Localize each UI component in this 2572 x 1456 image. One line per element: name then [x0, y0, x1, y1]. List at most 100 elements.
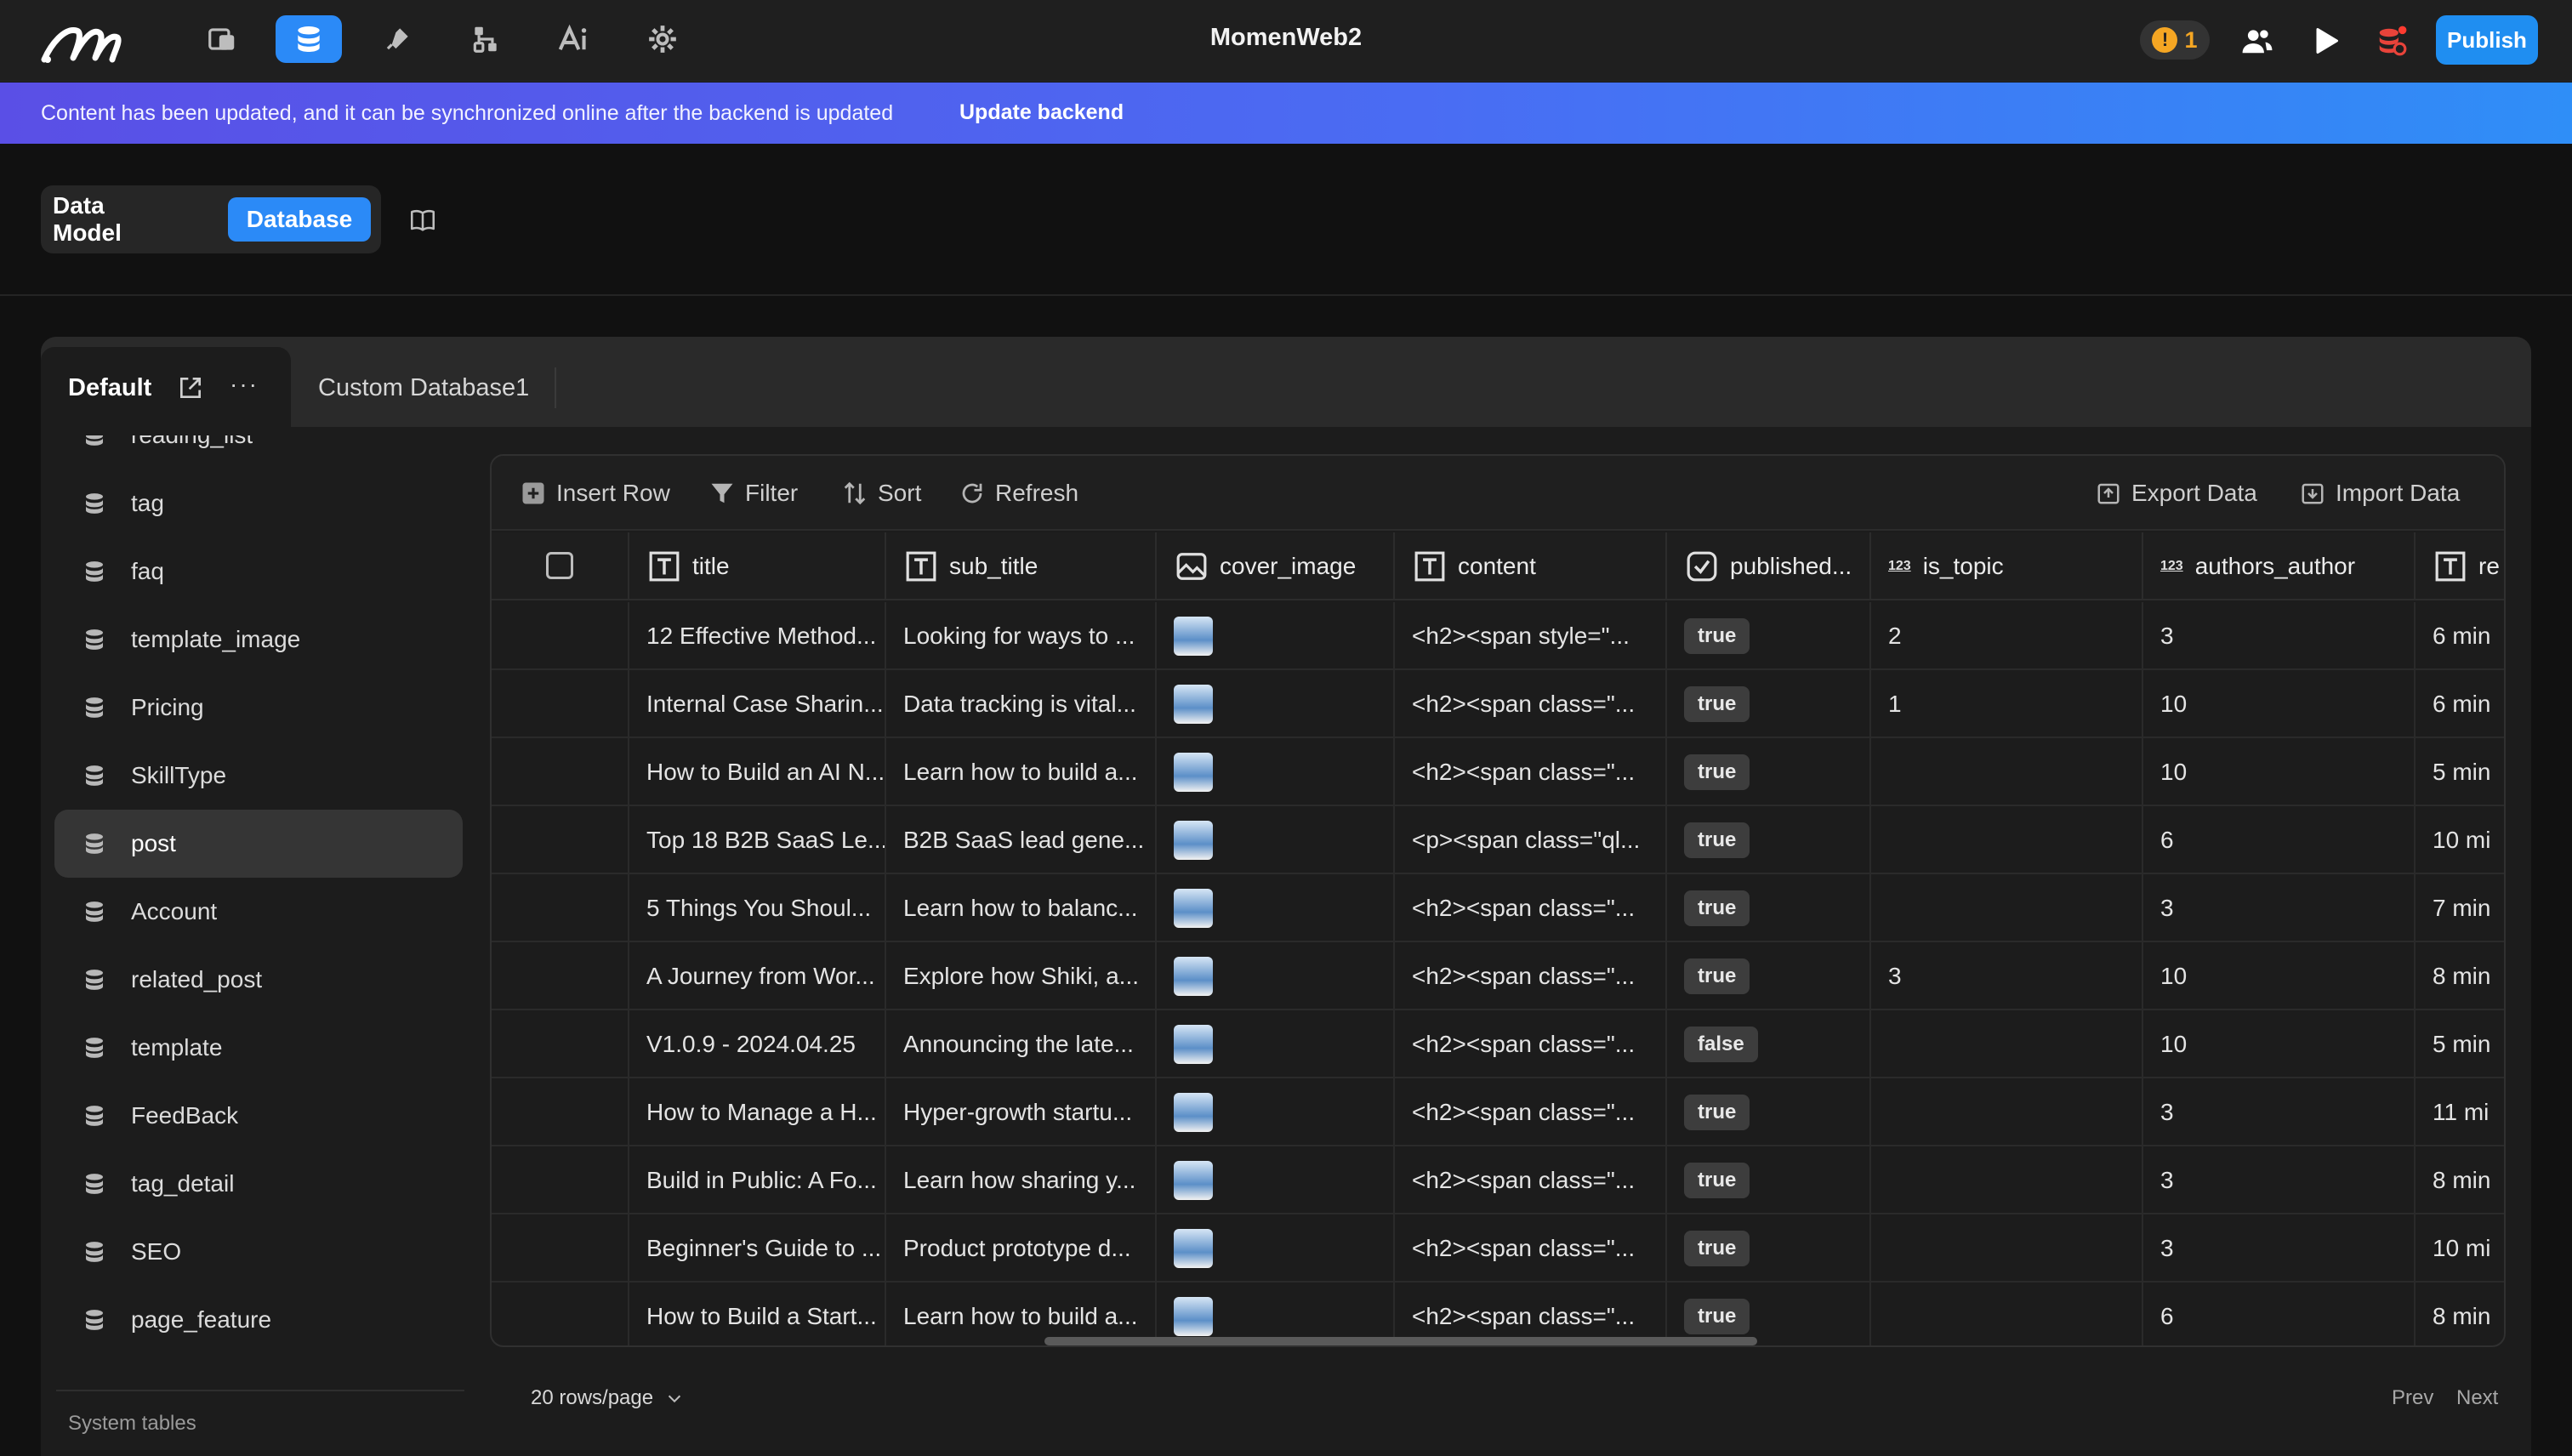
title-cell[interactable]: Build in Public: A Fo... — [629, 1146, 886, 1214]
published-cell[interactable]: false — [1667, 1010, 1871, 1078]
cover-image-thumbnail[interactable] — [1174, 617, 1213, 656]
column-header-published[interactable]: published... — [1667, 532, 1871, 600]
sidebar-item-post[interactable]: post — [54, 810, 463, 878]
sort-button[interactable]: Sort — [842, 478, 921, 509]
cover-image-thumbnail[interactable] — [1174, 685, 1213, 724]
content-cell[interactable]: <h2><span style="... — [1395, 602, 1667, 670]
published-cell[interactable]: true — [1667, 1214, 1871, 1283]
authors-author-cell[interactable]: 6 — [2143, 806, 2416, 874]
sidebar-item-tag-detail[interactable]: tag_detail — [54, 1150, 463, 1218]
content-cell[interactable]: <h2><span class="... — [1395, 738, 1667, 806]
title-cell[interactable]: A Journey from Wor... — [629, 942, 886, 1010]
docs-book-icon[interactable] — [408, 206, 437, 235]
content-cell[interactable]: <h2><span class="... — [1395, 1146, 1667, 1214]
table-row[interactable]: Internal Case Sharin... Data tracking is … — [492, 670, 2504, 738]
is-topic-cell[interactable] — [1871, 1078, 2143, 1146]
content-cell[interactable]: <h2><span class="... — [1395, 1214, 1667, 1283]
cover-image-thumbnail[interactable] — [1174, 1161, 1213, 1200]
tab-custom-database[interactable]: Custom Database1 — [318, 374, 529, 402]
content-cell[interactable]: <h2><span class="... — [1395, 874, 1667, 942]
reading-cell[interactable]: 10 mi — [2416, 1214, 2504, 1283]
is-topic-cell[interactable] — [1871, 738, 2143, 806]
published-cell[interactable]: true — [1667, 670, 1871, 738]
update-backend-link[interactable]: Update backend — [959, 100, 1124, 125]
refresh-button[interactable]: Refresh — [959, 478, 1078, 509]
cover-image-thumbnail[interactable] — [1174, 1025, 1213, 1064]
nav-workflow-button[interactable] — [452, 15, 519, 63]
sub-title-cell[interactable]: Product prototype d... — [886, 1214, 1157, 1283]
cover-image-thumbnail[interactable] — [1174, 753, 1213, 792]
tab-default-label[interactable]: Default — [68, 374, 151, 402]
row-select-cell[interactable] — [492, 806, 629, 874]
is-topic-cell[interactable] — [1871, 1010, 2143, 1078]
cover-image-thumbnail[interactable] — [1174, 889, 1213, 928]
authors-author-cell[interactable]: 10 — [2143, 942, 2416, 1010]
reading-cell[interactable]: 6 min — [2416, 670, 2504, 738]
is-topic-cell[interactable]: 1 — [1871, 670, 2143, 738]
table-row[interactable]: Build in Public: A Fo... Learn how sharin… — [492, 1146, 2504, 1214]
is-topic-cell[interactable]: 2 — [1871, 602, 2143, 670]
table-row[interactable]: V1.0.9 - 2024.04.25 Announcing the late..… — [492, 1010, 2504, 1078]
column-header-title[interactable]: title — [629, 532, 886, 600]
sub-title-cell[interactable]: Hyper-growth startu... — [886, 1078, 1157, 1146]
reading-cell[interactable]: 5 min — [2416, 738, 2504, 806]
sub-title-cell[interactable]: Learn how to balanc... — [886, 874, 1157, 942]
sub-title-cell[interactable]: Looking for ways to ... — [886, 602, 1157, 670]
sidebar-item-pricing[interactable]: Pricing — [54, 674, 463, 742]
published-cell[interactable]: true — [1667, 602, 1871, 670]
authors-author-cell[interactable]: 10 — [2143, 1010, 2416, 1078]
column-header-is-topic[interactable]: 123 is_topic — [1871, 532, 2143, 600]
reading-cell[interactable]: 8 min — [2416, 942, 2504, 1010]
title-cell[interactable]: How to Build an AI N... — [629, 738, 886, 806]
cover-image-thumbnail[interactable] — [1174, 957, 1213, 996]
sub-title-cell[interactable]: Announcing the late... — [886, 1010, 1157, 1078]
rows-per-page-select[interactable]: 20 rows/page — [531, 1386, 684, 1410]
sub-title-cell[interactable]: B2B SaaS lead gene... — [886, 806, 1157, 874]
table-row[interactable]: Beginner's Guide to ... Product prototype… — [492, 1214, 2504, 1283]
nav-ai-button[interactable] — [541, 15, 607, 63]
title-cell[interactable]: 5 Things You Shoul... — [629, 874, 886, 942]
cover-image-cell[interactable] — [1157, 1078, 1395, 1146]
nav-settings-button[interactable] — [629, 15, 696, 63]
table-row[interactable]: How to Manage a H... Hyper-growth startu.… — [492, 1078, 2504, 1146]
published-cell[interactable]: true — [1667, 806, 1871, 874]
reading-cell[interactable]: 7 min — [2416, 874, 2504, 942]
collaborators-button[interactable] — [2239, 22, 2276, 60]
title-cell[interactable]: 12 Effective Method... — [629, 602, 886, 670]
cover-image-cell[interactable] — [1157, 1214, 1395, 1283]
column-header-authors-author[interactable]: 123 authors_author — [2143, 532, 2416, 600]
sub-title-cell[interactable]: Explore how Shiki, a... — [886, 942, 1157, 1010]
cover-image-cell[interactable] — [1157, 806, 1395, 874]
title-cell[interactable]: Top 18 B2B SaaS Le... — [629, 806, 886, 874]
table-row[interactable]: How to Build an AI N... Learn how to buil… — [492, 738, 2504, 806]
title-cell[interactable]: Internal Case Sharin... — [629, 670, 886, 738]
cover-image-cell[interactable] — [1157, 670, 1395, 738]
sidebar-item-skilltype[interactable]: SkillType — [54, 742, 463, 810]
row-select-cell[interactable] — [492, 602, 629, 670]
sidebar-item-reading-list[interactable]: reading_list — [54, 435, 463, 469]
cover-image-cell[interactable] — [1157, 1010, 1395, 1078]
column-header-content[interactable]: content — [1395, 532, 1667, 600]
more-options-icon[interactable]: ··· — [230, 371, 259, 398]
nav-pages-button[interactable] — [189, 15, 255, 63]
sub-title-cell[interactable]: Data tracking is vital... — [886, 670, 1157, 738]
data-model-toggle[interactable]: Data Model — [53, 192, 163, 246]
reading-cell[interactable]: 8 min — [2416, 1146, 2504, 1214]
published-cell[interactable]: true — [1667, 1078, 1871, 1146]
sidebar-item-template[interactable]: template — [54, 1014, 463, 1082]
authors-author-cell[interactable]: 3 — [2143, 1214, 2416, 1283]
nav-plugin-button[interactable] — [364, 15, 430, 63]
cover-image-thumbnail[interactable] — [1174, 1297, 1213, 1336]
table-row[interactable]: 12 Effective Method... Looking for ways t… — [492, 602, 2504, 670]
is-topic-cell[interactable] — [1871, 1214, 2143, 1283]
sub-title-cell[interactable]: Learn how sharing y... — [886, 1146, 1157, 1214]
row-select-cell[interactable] — [492, 1283, 629, 1345]
import-data-button[interactable]: Import Data — [2300, 478, 2460, 509]
published-cell[interactable]: true — [1667, 874, 1871, 942]
sidebar-item-template-image[interactable]: template_image — [54, 606, 463, 674]
reading-cell[interactable]: 8 min — [2416, 1283, 2504, 1345]
row-select-cell[interactable] — [492, 1010, 629, 1078]
title-cell[interactable]: How to Manage a H... — [629, 1078, 886, 1146]
content-cell[interactable]: <h2><span class="... — [1395, 670, 1667, 738]
sidebar-item-seo[interactable]: SEO — [54, 1218, 463, 1286]
